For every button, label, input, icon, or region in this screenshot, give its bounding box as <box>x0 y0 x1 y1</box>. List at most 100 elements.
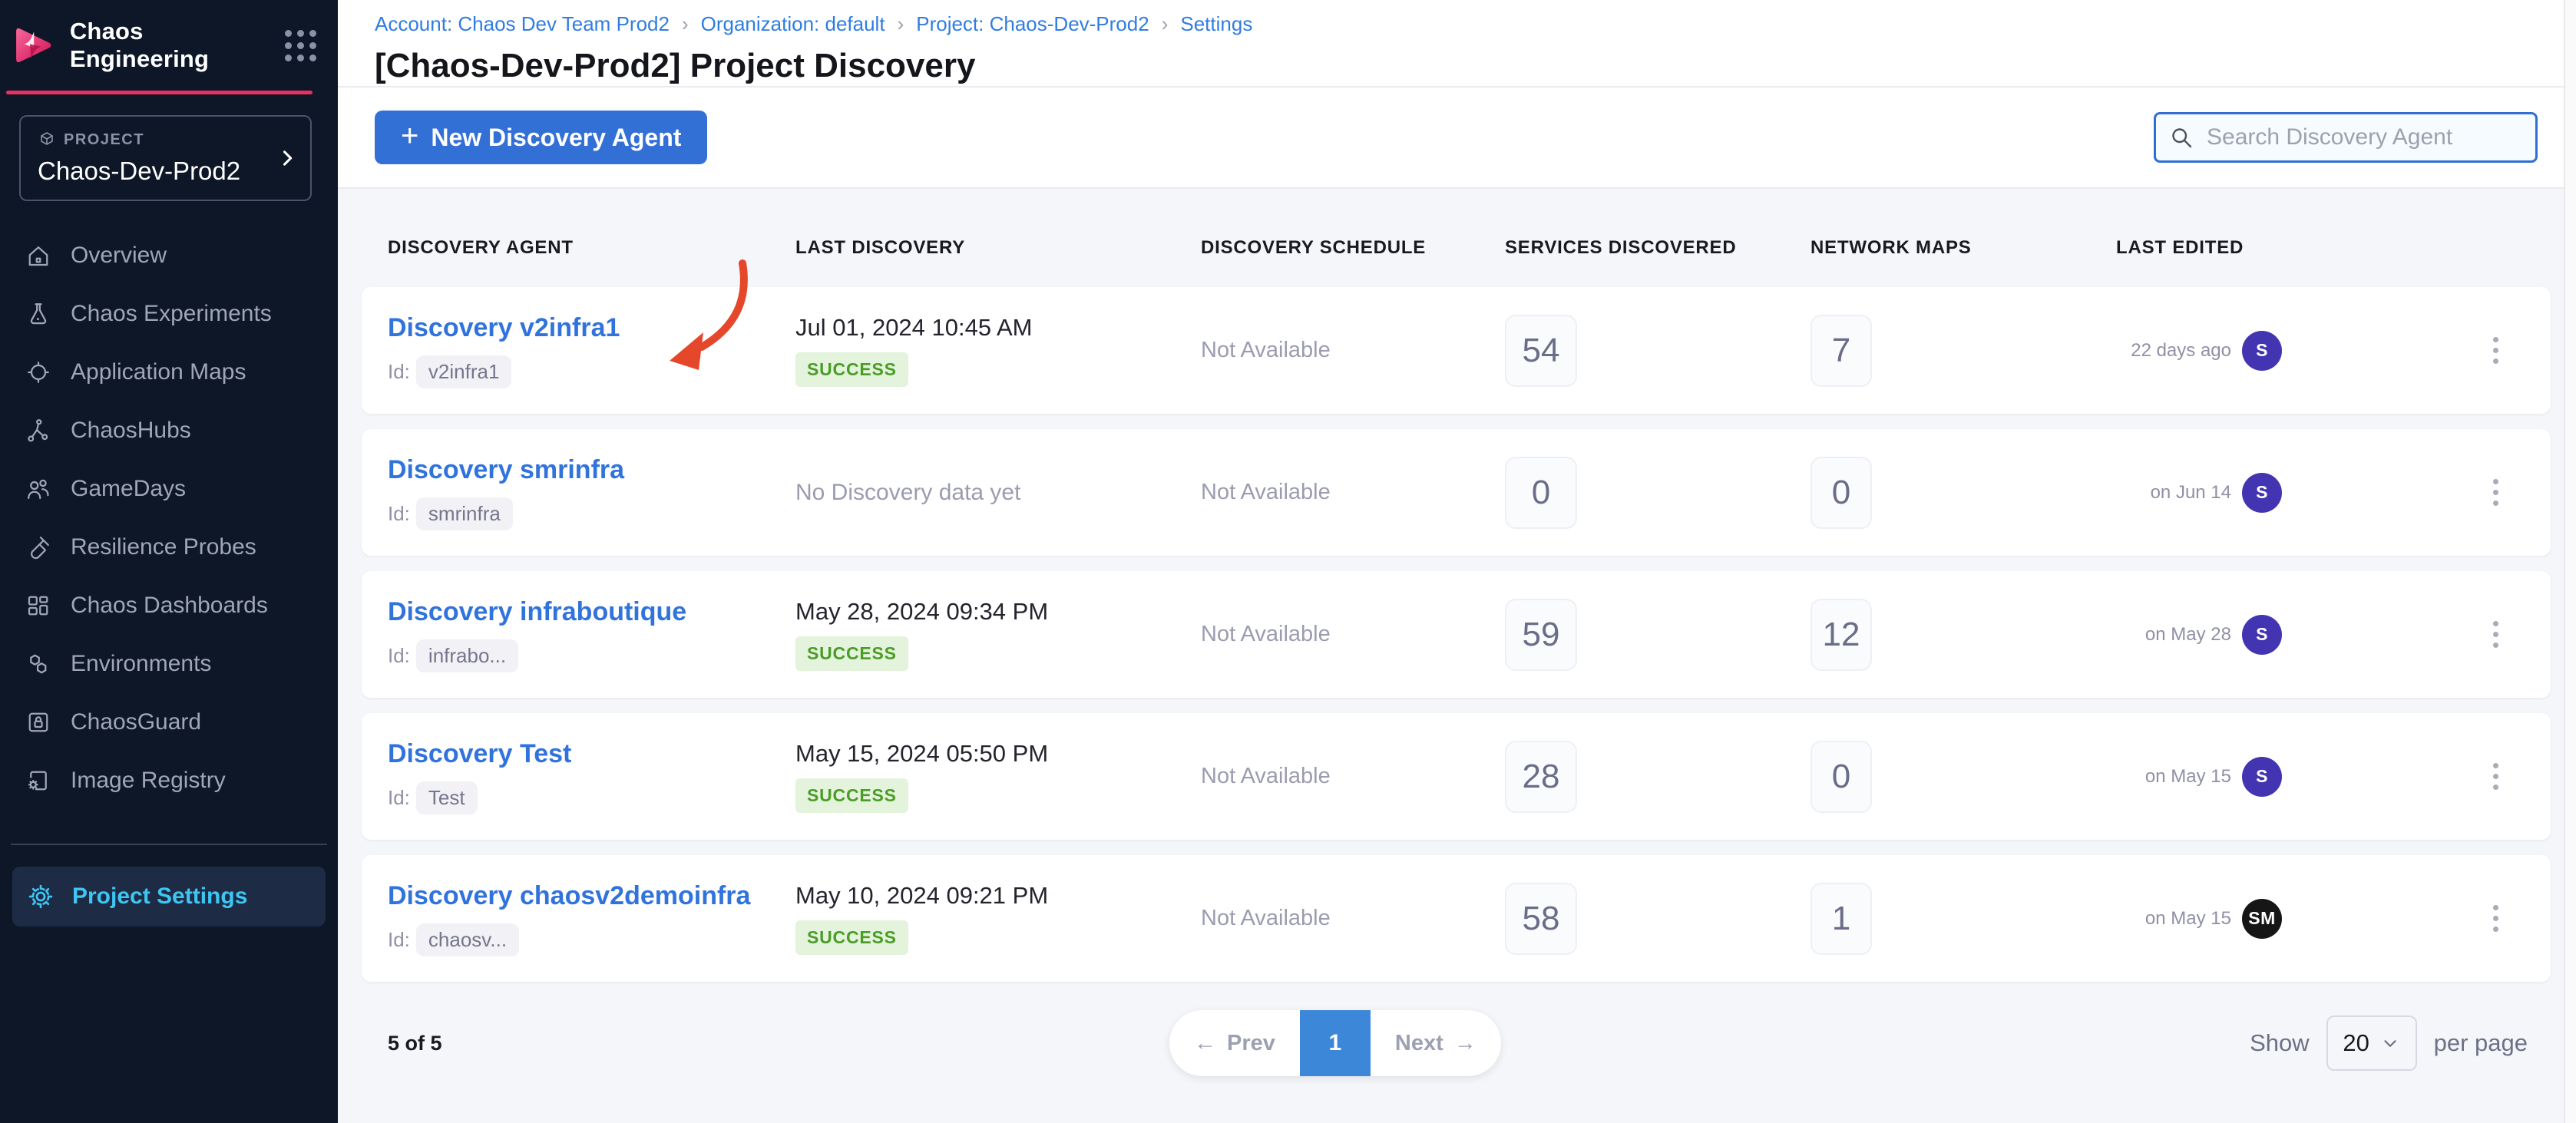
show-label: Show <box>2250 1029 2310 1057</box>
scrollbar-track[interactable] <box>2564 0 2576 1123</box>
last-discovery-cell: May 15, 2024 05:50 PM SUCCESS <box>795 740 1201 813</box>
last-edited-cell: on Jun 14 S <box>2116 473 2528 513</box>
table-row: Discovery Test Id:Test May 15, 2024 05:5… <box>362 713 2551 840</box>
table-row: Discovery chaosv2demoinfra Id:chaosv... … <box>362 855 2551 982</box>
last-edited-text: on Jun 14 <box>2116 482 2231 504</box>
discovery-agent-link[interactable]: Discovery Test <box>388 739 571 768</box>
id-label: Id: <box>388 502 410 526</box>
id-label: Id: <box>388 786 410 810</box>
discovery-agent-link[interactable]: Discovery v2infra1 <box>388 313 620 342</box>
last-discovery-date: Jul 01, 2024 10:45 AM <box>795 314 1201 342</box>
search-input[interactable] <box>2154 112 2538 163</box>
last-discovery-date: May 15, 2024 05:50 PM <box>795 740 1201 768</box>
avatar: S <box>2242 331 2282 371</box>
plus-icon: + <box>401 121 418 151</box>
sidebar-item-chaos-dashboards[interactable]: Chaos Dashboards <box>0 576 338 635</box>
sidebar-item-label: Resilience Probes <box>71 534 256 560</box>
network-maps-cell: 7 <box>1810 315 2116 387</box>
new-discovery-agent-button[interactable]: + New Discovery Agent <box>375 111 707 164</box>
flask-icon <box>25 300 52 328</box>
next-label: Next <box>1395 1031 1443 1056</box>
sidebar-item-label: Application Maps <box>71 359 246 385</box>
avatar: S <box>2242 615 2282 655</box>
column-header-discovery-schedule: DISCOVERY SCHEDULE <box>1201 237 1505 259</box>
column-header-last-discovery: LAST DISCOVERY <box>795 237 1201 259</box>
status-badge: SUCCESS <box>795 778 908 813</box>
sidebar-item-image-registry[interactable]: Image Registry <box>0 751 338 810</box>
sidebar-item-application-maps[interactable]: Application Maps <box>0 343 338 401</box>
brand-title: Chaos Engineering <box>70 18 285 73</box>
last-discovery-cell: Jul 01, 2024 10:45 AM SUCCESS <box>795 314 1201 387</box>
row-menu-icon[interactable] <box>2488 474 2503 510</box>
chevron-right-icon <box>276 147 298 169</box>
discovery-agent-link[interactable]: Discovery smrinfra <box>388 455 624 484</box>
row-menu-icon[interactable] <box>2488 616 2503 652</box>
row-menu-icon[interactable] <box>2488 900 2503 936</box>
no-discovery-data-text: No Discovery data yet <box>795 480 1201 506</box>
row-menu-icon[interactable] <box>2488 758 2503 794</box>
services-count: 28 <box>1505 741 1577 813</box>
sidebar-item-label: Overview <box>71 243 167 269</box>
avatar: SM <box>2242 899 2282 939</box>
breadcrumb-settings[interactable]: Settings <box>1180 12 1252 36</box>
breadcrumb-organization[interactable]: Organization: default <box>701 12 885 36</box>
search-icon <box>2168 124 2195 151</box>
project-selector[interactable]: PROJECT Chaos-Dev-Prod2 <box>19 115 312 201</box>
breadcrumb-project[interactable]: Project: Chaos-Dev-Prod2 <box>916 12 1149 36</box>
sidebar-item-resilience-probes[interactable]: Resilience Probes <box>0 518 338 576</box>
table-row: Discovery smrinfra Id:smrinfra No Discov… <box>362 429 2551 556</box>
id-label: Id: <box>388 360 410 384</box>
project-name: Chaos-Dev-Prod2 <box>38 157 293 186</box>
network-maps-cell: 1 <box>1810 883 2116 955</box>
network-icon <box>25 417 52 444</box>
probe-icon <box>25 533 52 561</box>
sidebar-item-environments[interactable]: Environments <box>0 635 338 693</box>
network-maps-cell: 12 <box>1810 599 2116 671</box>
last-discovery-cell: May 28, 2024 09:34 PM SUCCESS <box>795 598 1201 671</box>
project-label: PROJECT <box>64 131 144 149</box>
dashboard-icon <box>25 592 52 619</box>
sidebar-item-chaosguard[interactable]: ChaosGuard <box>0 693 338 751</box>
discovery-agent-link[interactable]: Discovery infraboutique <box>388 597 686 626</box>
discovery-agent-link[interactable]: Discovery chaosv2demoinfra <box>388 881 750 910</box>
status-badge: SUCCESS <box>795 352 908 387</box>
agent-cell: Discovery v2infra1 Id:v2infra1 <box>388 313 795 388</box>
app-grid-icon[interactable] <box>285 30 316 61</box>
new-discovery-agent-label: New Discovery Agent <box>431 124 681 152</box>
gear-icon <box>26 882 55 911</box>
network-maps-count: 1 <box>1810 883 1872 955</box>
services-count: 54 <box>1505 315 1577 387</box>
users-icon <box>25 475 52 503</box>
discovery-schedule-cell: Not Available <box>1201 906 1505 931</box>
sidebar-item-chaoshubs[interactable]: ChaosHubs <box>0 401 338 460</box>
breadcrumb-account[interactable]: Account: Chaos Dev Team Prod2 <box>375 12 670 36</box>
discovery-schedule-cell: Not Available <box>1201 622 1505 647</box>
avatar: S <box>2242 473 2282 513</box>
table-area: DISCOVERY AGENT LAST DISCOVERY DISCOVERY… <box>338 189 2576 1123</box>
id-label: Id: <box>388 644 410 668</box>
sidebar-item-gamedays[interactable]: GameDays <box>0 460 338 518</box>
brand-row: Chaos Engineering <box>0 0 338 91</box>
breadcrumb-separator: › <box>898 12 904 36</box>
sidebar-item-overview[interactable]: Overview <box>0 226 338 285</box>
sidebar-item-chaos-experiments[interactable]: Chaos Experiments <box>0 285 338 343</box>
registry-icon <box>25 767 52 794</box>
row-menu-icon[interactable] <box>2488 332 2503 368</box>
page-header: Account: Chaos Dev Team Prod2 › Organiza… <box>338 0 2576 88</box>
services-count: 58 <box>1505 883 1577 955</box>
last-edited-text: 22 days ago <box>2116 340 2231 362</box>
toolbar: + New Discovery Agent <box>338 88 2576 189</box>
discovery-schedule-cell: Not Available <box>1201 764 1505 789</box>
per-page-label: per page <box>2434 1029 2528 1057</box>
sidebar-item-label: Chaos Experiments <box>71 301 272 327</box>
sidebar-item-label: ChaosHubs <box>71 418 191 444</box>
per-page-select[interactable]: 20 <box>2326 1016 2417 1071</box>
last-edited-text: on May 15 <box>2116 908 2231 930</box>
current-page-button[interactable]: 1 <box>1300 1010 1371 1076</box>
arrow-left-icon: ← <box>1194 1031 1216 1056</box>
chevron-down-icon <box>2380 1033 2400 1053</box>
prev-page-button[interactable]: ← Prev <box>1169 1010 1300 1076</box>
sidebar-divider <box>11 844 327 845</box>
next-page-button[interactable]: Next → <box>1371 1010 1501 1076</box>
sidebar-item-project-settings[interactable]: Project Settings <box>12 867 326 926</box>
